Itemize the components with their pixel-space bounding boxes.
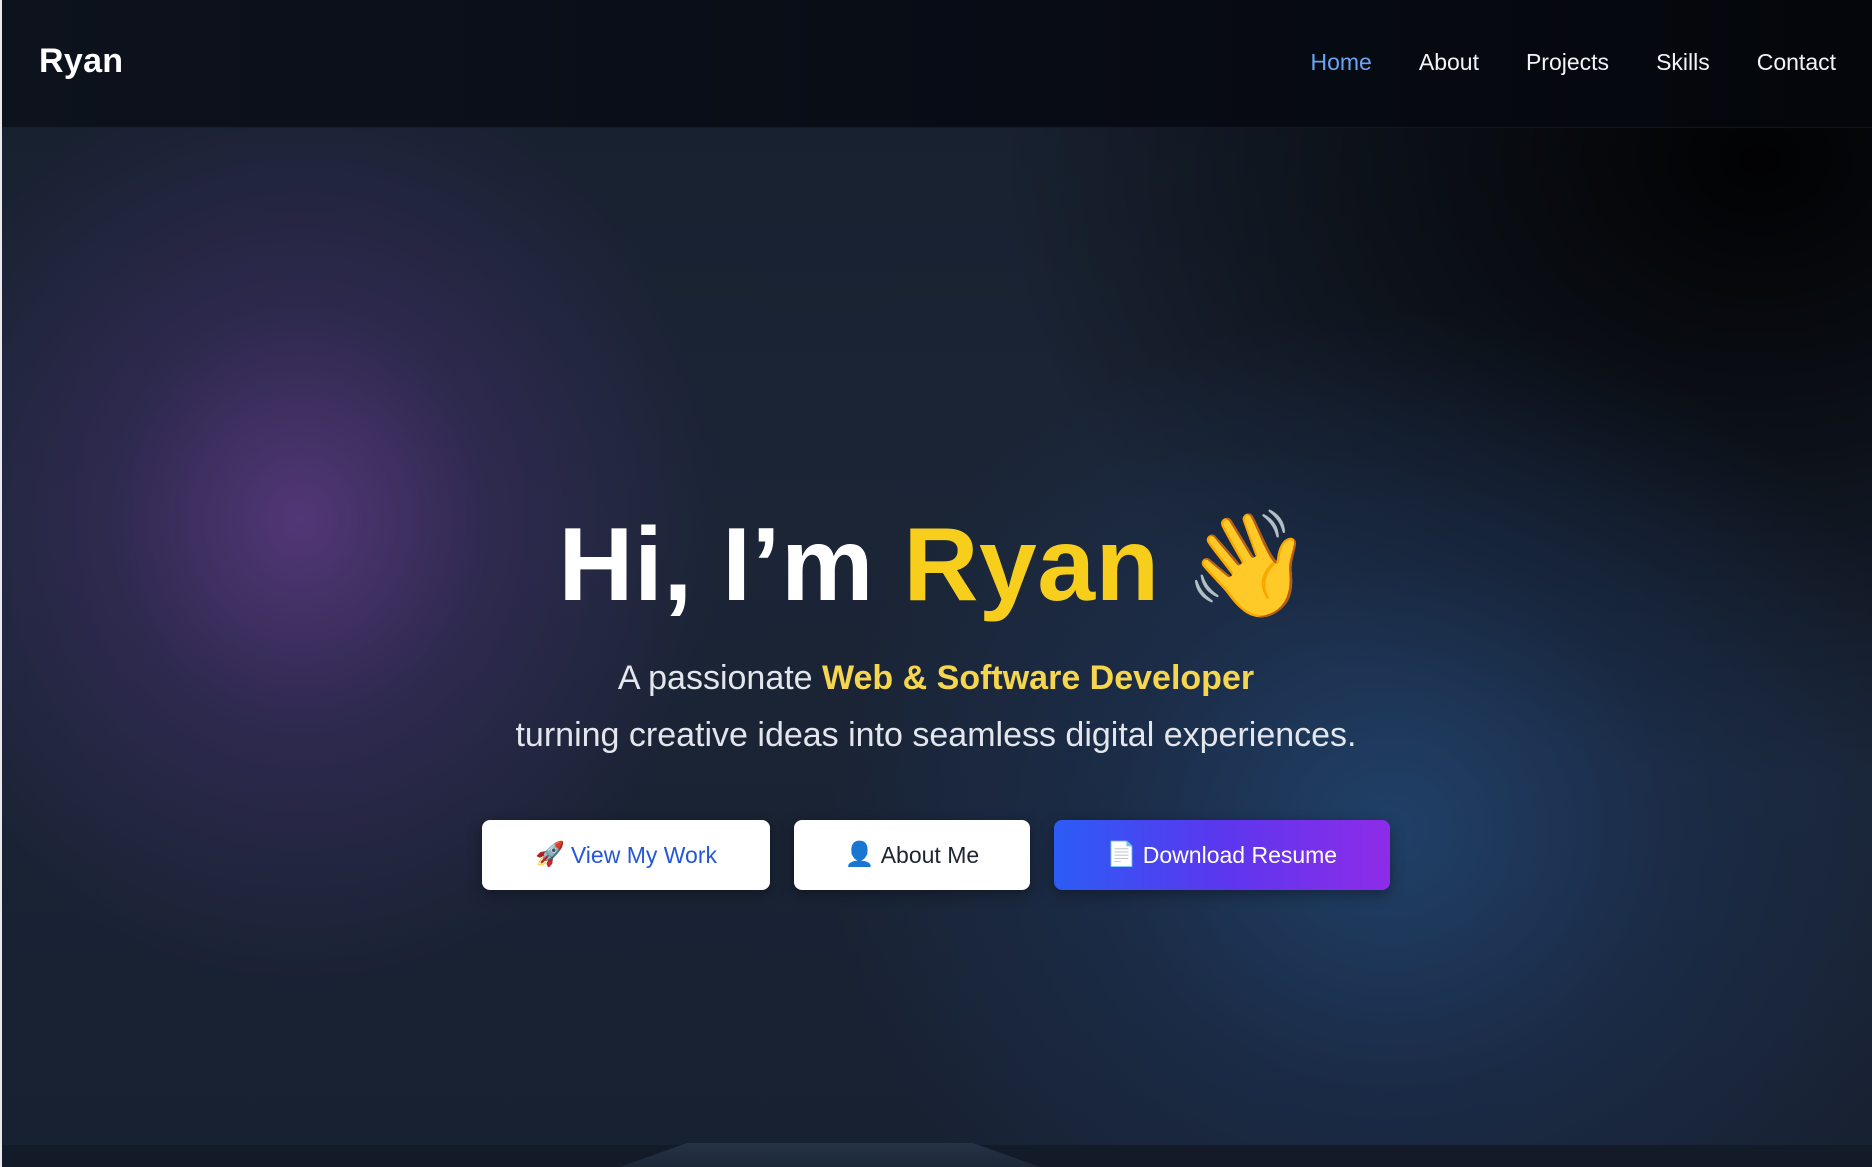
navbar: Ryan Home About Projects Skills Contact (2, 0, 1872, 128)
rocket-icon: 🚀 (534, 841, 565, 868)
document-icon: 📄 (1106, 841, 1137, 868)
hero-section: Hi, I’m Ryan 👋 A passionate Web & Softwar… (0, 500, 1872, 764)
brand-logo[interactable]: Ryan (39, 42, 123, 81)
tagline-highlight: Web & Software Developer (822, 659, 1255, 697)
hero-tagline: A passionate Web & Software Developer tu… (0, 650, 1872, 764)
tagline-line-1: A passionate Web & Software Developer (0, 650, 1872, 707)
portfolio-page: Ryan Home About Projects Skills Contact … (0, 0, 1872, 1167)
waving-hand-icon: 👋 (1183, 507, 1314, 623)
hero-title: Hi, I’m Ryan 👋 (0, 500, 1872, 630)
view-my-work-label: View My Work (570, 841, 717, 868)
view-my-work-button[interactable]: 🚀 View My Work (482, 820, 770, 890)
download-resume-label: Download Resume (1142, 841, 1338, 868)
nav-link-projects[interactable]: Projects (1526, 49, 1609, 76)
nav-link-skills[interactable]: Skills (1656, 49, 1710, 76)
nav-link-contact[interactable]: Contact (1757, 49, 1836, 76)
user-icon: 👤 (844, 841, 875, 868)
about-me-label: About Me (880, 841, 980, 868)
section-divider-shape (620, 1143, 1040, 1167)
hero-name: Ryan (903, 507, 1160, 623)
nav-link-about[interactable]: About (1419, 49, 1479, 76)
hero-greeting: Hi, I’m (558, 507, 904, 623)
nav-link-home[interactable]: Home (1311, 49, 1372, 76)
download-resume-button[interactable]: 📄 Download Resume (1054, 820, 1390, 890)
tagline-prefix: A passionate (617, 659, 823, 697)
nav-links: Home About Projects Skills Contact (1311, 49, 1837, 76)
hero-buttons: 🚀 View My Work 👤 About Me 📄 Download Res… (0, 820, 1872, 890)
tagline-line-2: turning creative ideas into seamless dig… (515, 716, 1357, 754)
about-me-button[interactable]: 👤 About Me (794, 820, 1030, 890)
